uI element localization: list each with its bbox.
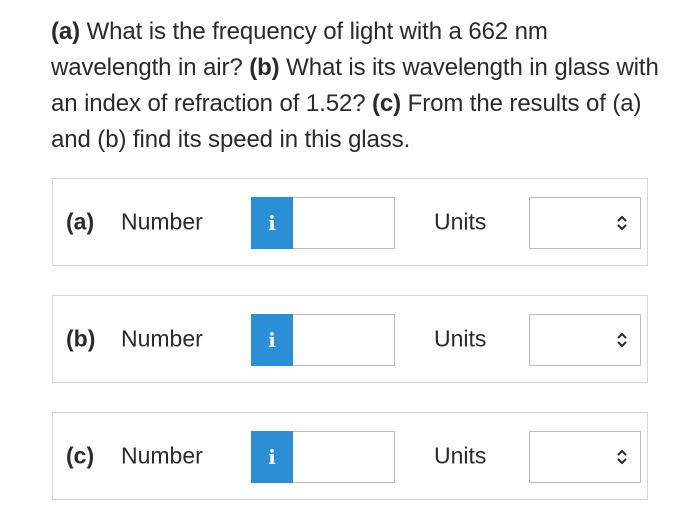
number-label: Number	[121, 442, 203, 469]
chevron-up-down-icon	[617, 449, 627, 465]
chevron-up-down-icon	[617, 332, 627, 348]
units-label: Units	[434, 208, 487, 235]
number-input[interactable]	[293, 431, 395, 483]
number-label: Number	[121, 325, 203, 352]
row-letter: (c)	[66, 442, 95, 469]
part-a-label: (a)	[51, 18, 81, 45]
number-input[interactable]	[293, 197, 395, 249]
info-icon[interactable]: i	[251, 431, 293, 483]
info-icon[interactable]: i	[251, 197, 293, 249]
units-label: Units	[434, 442, 487, 469]
part-c-label: (c)	[372, 90, 402, 117]
answer-row-b: (b) Number i Units	[52, 295, 648, 383]
chevron-up-down-icon	[617, 215, 627, 231]
answer-row-a: (a) Number i Units	[52, 178, 648, 266]
question-text: (a) What is the frequency of light with …	[51, 14, 671, 158]
units-select[interactable]	[529, 431, 641, 483]
number-input[interactable]	[293, 314, 395, 366]
units-select[interactable]	[529, 314, 641, 366]
info-icon[interactable]: i	[251, 314, 293, 366]
row-letter: (b)	[66, 325, 96, 352]
part-b-label: (b)	[249, 54, 280, 81]
answer-row-c: (c) Number i Units	[52, 412, 648, 500]
units-label: Units	[434, 325, 487, 352]
row-letter: (a)	[66, 208, 95, 235]
units-select[interactable]	[529, 197, 641, 249]
number-label: Number	[121, 208, 203, 235]
